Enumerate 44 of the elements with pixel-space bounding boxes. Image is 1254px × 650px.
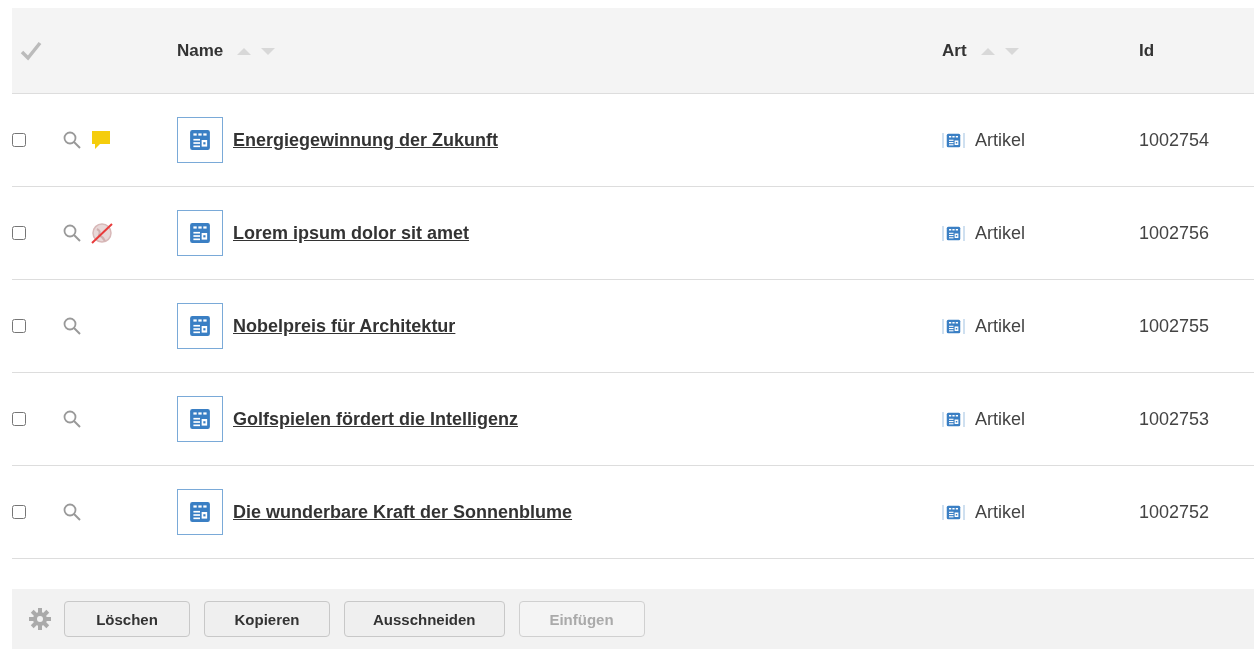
search-icon[interactable]: [62, 409, 82, 429]
id-cell-text: 1002756: [1138, 222, 1211, 244]
settings-icon[interactable]: [28, 607, 52, 631]
article-icon: [177, 489, 223, 535]
type-cell: Artikel: [975, 222, 1025, 244]
id-cell-text: 1002752: [1138, 501, 1211, 523]
column-header[interactable]: Art: [942, 40, 967, 61]
column-header[interactable]: Name: [177, 40, 224, 61]
article-icon: [177, 303, 223, 349]
row-checkbox[interactable]: [12, 505, 26, 519]
type-cell: Artikel: [975, 501, 1025, 523]
row-checkbox[interactable]: [12, 412, 26, 426]
column-header[interactable]: Id: [1139, 40, 1155, 61]
row-checkbox[interactable]: [12, 226, 26, 240]
article-type-icon: [942, 318, 965, 334]
article-type-icon: [942, 225, 965, 241]
article-title-link[interactable]: Energiegewinnung der Zukunft: [233, 129, 498, 151]
search-icon[interactable]: [62, 223, 82, 243]
article-title-link[interactable]: Die wunderbare Kraft der Sonnenblume: [233, 501, 573, 523]
article-type-icon: [942, 504, 965, 520]
id-cell-text: 1002753: [1138, 408, 1211, 430]
article-title-link[interactable]: Nobelpreis für Architektur: [233, 315, 456, 337]
id-cell-text: 1002754: [1138, 129, 1211, 151]
article-type-icon: [942, 132, 965, 148]
id-cell-text: 1002755: [1138, 315, 1211, 337]
row-checkbox[interactable]: [12, 133, 26, 147]
action-button[interactable]: Ausschneiden: [344, 601, 505, 637]
crossed-globe-icon[interactable]: [90, 221, 114, 245]
comment-icon[interactable]: [90, 129, 112, 151]
article-title-link[interactable]: Lorem ipsum dolor sit amet: [233, 222, 470, 244]
article-type-icon: [942, 411, 965, 427]
search-icon[interactable]: [62, 316, 82, 336]
article-icon: [177, 210, 223, 256]
article-title-link[interactable]: Golfspielen fördert die Intelligenz: [233, 408, 519, 430]
type-cell: Artikel: [975, 129, 1025, 151]
action-button[interactable]: Löschen: [64, 601, 190, 637]
search-icon[interactable]: [62, 502, 82, 522]
type-cell: Artikel: [975, 408, 1025, 430]
type-cell: Artikel: [975, 315, 1025, 337]
article-icon: [177, 396, 223, 442]
action-button[interactable]: Kopieren: [204, 601, 330, 637]
row-checkbox[interactable]: [12, 319, 26, 333]
search-icon[interactable]: [62, 130, 82, 150]
article-icon: [177, 117, 223, 163]
